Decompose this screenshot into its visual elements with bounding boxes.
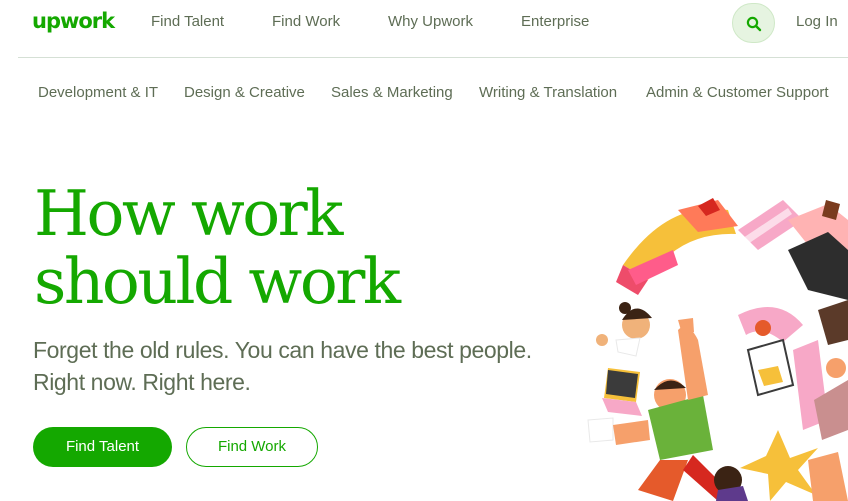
hero-subtitle-line-2: Right now. Right here. — [33, 369, 251, 395]
hero-subtitle-line-1: Forget the old rules. You can have the b… — [33, 337, 532, 363]
category-design-creative[interactable]: Design & Creative — [184, 84, 305, 101]
category-admin-customer-support[interactable]: Admin & Customer Support — [646, 84, 829, 101]
find-talent-button[interactable]: Find Talent — [33, 427, 172, 467]
hero-title-line-2: should work — [34, 245, 401, 318]
category-development-it[interactable]: Development & IT — [38, 84, 158, 101]
nav-find-talent[interactable]: Find Talent — [151, 13, 224, 30]
search-button[interactable] — [732, 3, 775, 43]
upwork-logo[interactable]: upwork — [32, 9, 115, 33]
nav-divider — [18, 57, 848, 58]
hero-title-line-1: How work — [34, 177, 343, 250]
hero-subtitle: Forget the old rules. You can have the b… — [33, 334, 573, 398]
nav-why-upwork[interactable]: Why Upwork — [388, 13, 473, 30]
hero-illustration — [578, 190, 848, 501]
login-link[interactable]: Log In — [796, 13, 838, 30]
nav-find-work[interactable]: Find Work — [272, 13, 340, 30]
find-work-button[interactable]: Find Work — [186, 427, 318, 467]
category-sales-marketing[interactable]: Sales & Marketing — [331, 84, 453, 101]
category-writing-translation[interactable]: Writing & Translation — [479, 84, 617, 101]
top-navigation: upwork Find Talent Find Work Why Upwork … — [0, 0, 848, 46]
nav-enterprise[interactable]: Enterprise — [521, 13, 589, 30]
hero-title: How work should work — [34, 180, 554, 316]
search-icon — [746, 16, 762, 32]
